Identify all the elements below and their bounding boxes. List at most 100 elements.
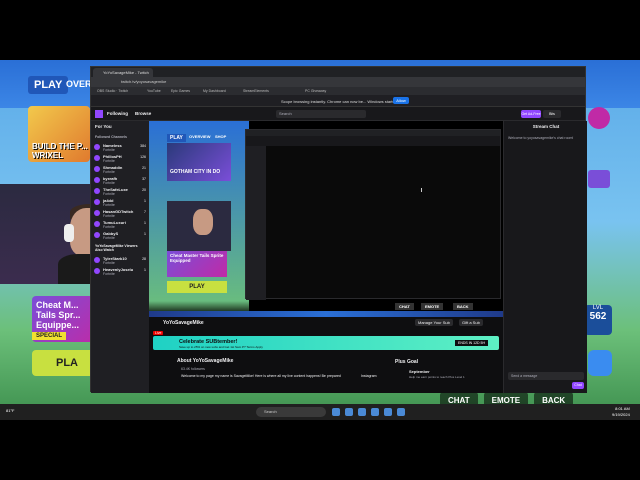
stream-emote-button: EMOTE xyxy=(421,303,444,310)
chat-send-button[interactable]: Chat xyxy=(572,382,584,389)
channel-name[interactable]: YoYoSavageMike xyxy=(163,320,204,326)
channel-game-label: Fortnite xyxy=(103,159,115,163)
channel-avatar xyxy=(94,257,100,263)
sidebar-channel-item[interactable]: Nameless Fortnite 384 xyxy=(91,142,149,153)
browser-urlbar[interactable]: twitch.tv/yoyosavagemike xyxy=(91,77,585,87)
channel-game-label: Fortnite xyxy=(103,225,115,229)
taskbar-clock[interactable]: 8:01 AM 9/19/2024 xyxy=(612,406,630,418)
channel-game-label: Fortnite xyxy=(103,214,115,218)
taskbar-app-icon[interactable] xyxy=(332,408,340,416)
browser-notice-bar: Scope browsing instantly. Chrome can now… xyxy=(91,95,585,107)
chat-input[interactable]: Send a message xyxy=(508,372,584,380)
stream-webcam xyxy=(167,201,231,251)
bookmark-item[interactable]: StreamElements xyxy=(243,89,269,93)
sidebar-channel-item[interactable]: PhillosPH Fortnite 126 xyxy=(91,153,149,164)
nested-sidebar xyxy=(246,146,266,300)
sidebar-channel-item[interactable]: HasanGDTwitch Fortnite 7 xyxy=(91,208,149,219)
nested-twitch-nav xyxy=(246,136,500,146)
sidebar-channel-item[interactable]: TheSafeLuxe Fortnite 20 xyxy=(91,186,149,197)
channel-avatar xyxy=(94,199,100,205)
stream-play-button: PLAY xyxy=(167,281,227,293)
notice-allow-button[interactable]: Allow xyxy=(393,97,409,104)
sidebar-channel-item[interactable]: TumuLuxuri Fortnite 1 xyxy=(91,219,149,230)
video-player[interactable]: PLAY OVERVIEW SHOP GOTHAM CITY IN DO Che… xyxy=(149,121,503,311)
sidebar-footer-title: YoYoSavageMike Viewers Also Watch xyxy=(95,244,138,252)
game-overview-tab[interactable]: OVER xyxy=(66,79,92,89)
nav-following[interactable]: Following xyxy=(107,111,128,116)
channel-game-label: Fortnite xyxy=(103,170,115,174)
game-profile-icon[interactable] xyxy=(588,107,610,129)
headset-icon xyxy=(64,224,74,242)
sidebar-channel-item[interactable]: HeavenlyJoselu Fortnite 1 xyxy=(91,266,149,277)
sidebar-title: For You xyxy=(95,124,112,129)
bits-button[interactable]: Bits xyxy=(543,110,561,118)
clock-date: 9/19/2024 xyxy=(612,412,630,417)
channel-avatar xyxy=(94,177,100,183)
viewer-count: 20 xyxy=(142,188,146,192)
taskbar-app-icon[interactable] xyxy=(345,408,353,416)
bookmark-item[interactable]: Epic Games xyxy=(171,89,190,93)
browser-tabbar: YoYoSavageMike - Twitch xyxy=(91,67,585,77)
instagram-link[interactable]: Instagram xyxy=(361,374,377,378)
subtember-banner[interactable]: Celebrate SUBtember! Save up to 25% on n… xyxy=(153,336,499,350)
sidebar-channel-item[interactable]: Shmaddin Fortnite 21 xyxy=(91,164,149,175)
nested-browser-view xyxy=(245,129,501,300)
url-text[interactable]: twitch.tv/yoyosavagemike xyxy=(121,79,166,84)
about-description: Welcome to my page my name is SavageMike… xyxy=(181,374,341,378)
sidebar-section: Followed Channels xyxy=(95,135,127,139)
viewer-count: 1 xyxy=(144,199,146,203)
channel-avatar xyxy=(94,188,100,194)
stream-gotham-card: GOTHAM CITY IN DO xyxy=(167,143,231,181)
bookmark-item[interactable]: My Dashboard xyxy=(203,89,226,93)
channel-info-area: YoYoSavageMike Manage Your Sub Gift a Su… xyxy=(149,311,503,393)
twitch-logo-icon[interactable] xyxy=(95,110,103,118)
twitch-sidebar: For You Followed Channels Nameless Fortni… xyxy=(91,121,149,393)
sidebar-channel-item[interactable]: TylerStark10 Fortnite 28 xyxy=(91,255,149,266)
channel-game-label: Fortnite xyxy=(103,203,115,207)
bookmark-item[interactable]: OBS Studio · Twitch xyxy=(97,89,128,93)
taskbar-app-icon[interactable] xyxy=(358,408,366,416)
channel-game-label: Fortnite xyxy=(103,192,115,196)
viewer-count: 1 xyxy=(144,221,146,225)
stream-cheat-card: Cheat Master Tails Sprite Equipped xyxy=(167,251,227,277)
viewer-count: 1 xyxy=(144,232,146,236)
taskbar-strip-in-stream xyxy=(149,311,503,317)
weather-widget[interactable]: 81°F xyxy=(6,408,15,413)
game-level-badge: LVL 562 xyxy=(584,305,612,335)
get-adfree-button[interactable]: Get Ad-Free xyxy=(521,110,541,118)
twitch-top-nav: Following Browse Search Get Ad-Free Bits xyxy=(91,107,585,121)
stream-webcam-face xyxy=(193,209,213,235)
game-avatar-icon xyxy=(588,350,612,376)
bookmark-item[interactable]: YouTube xyxy=(147,89,161,93)
game-play-tab[interactable]: PLAY xyxy=(28,76,69,94)
viewer-count: 37 xyxy=(142,177,146,181)
bookmarks-bar: OBS Studio · Twitch YouTube Epic Games M… xyxy=(91,87,585,95)
browser-tab-active[interactable]: YoYoSavageMike - Twitch xyxy=(93,68,153,77)
twitch-search-input[interactable]: Search xyxy=(276,110,366,118)
gift-sub-button[interactable]: Gift a Sub xyxy=(459,319,483,326)
sidebar-channel-item[interactable]: GabbyS Fortnite 1 xyxy=(91,230,149,241)
taskbar-app-icon[interactable] xyxy=(397,408,405,416)
channel-avatar xyxy=(94,268,100,274)
viewer-count: 7 xyxy=(144,210,146,214)
sidebar-channel-item[interactable]: ja4dd Fortnite 1 xyxy=(91,197,149,208)
sidebar-more-list: TylerStark10 Fortnite 28 HeavenlyJoselu Fort… xyxy=(91,255,149,277)
player-controls: CHAT EMOTE BACK xyxy=(149,301,503,311)
channel-avatar xyxy=(94,144,100,150)
sidebar-channel-item[interactable]: kyxrafh Fortnite 37 xyxy=(91,175,149,186)
manage-sub-button[interactable]: Manage Your Sub xyxy=(415,319,453,326)
viewer-count: 1 xyxy=(144,268,146,272)
taskbar-app-icon[interactable] xyxy=(384,408,392,416)
viewer-count: 384 xyxy=(140,144,146,148)
followers-count: 63.4K followers xyxy=(181,367,205,371)
stream-play-tab: PLAY xyxy=(167,134,186,142)
nav-browse[interactable]: Browse xyxy=(135,111,151,116)
bookmark-item[interactable]: PC Giveaway xyxy=(305,89,326,93)
game-badge-icon xyxy=(588,170,610,188)
taskbar-app-icon[interactable] xyxy=(371,408,379,416)
channel-game-label: Fortnite xyxy=(103,148,115,152)
channel-avatar xyxy=(94,166,100,172)
banner-deal-timer: ENDS IN 12D 5H xyxy=(455,340,489,346)
taskbar-search[interactable]: Search xyxy=(256,407,326,417)
stream-back-button: BACK xyxy=(453,303,473,310)
